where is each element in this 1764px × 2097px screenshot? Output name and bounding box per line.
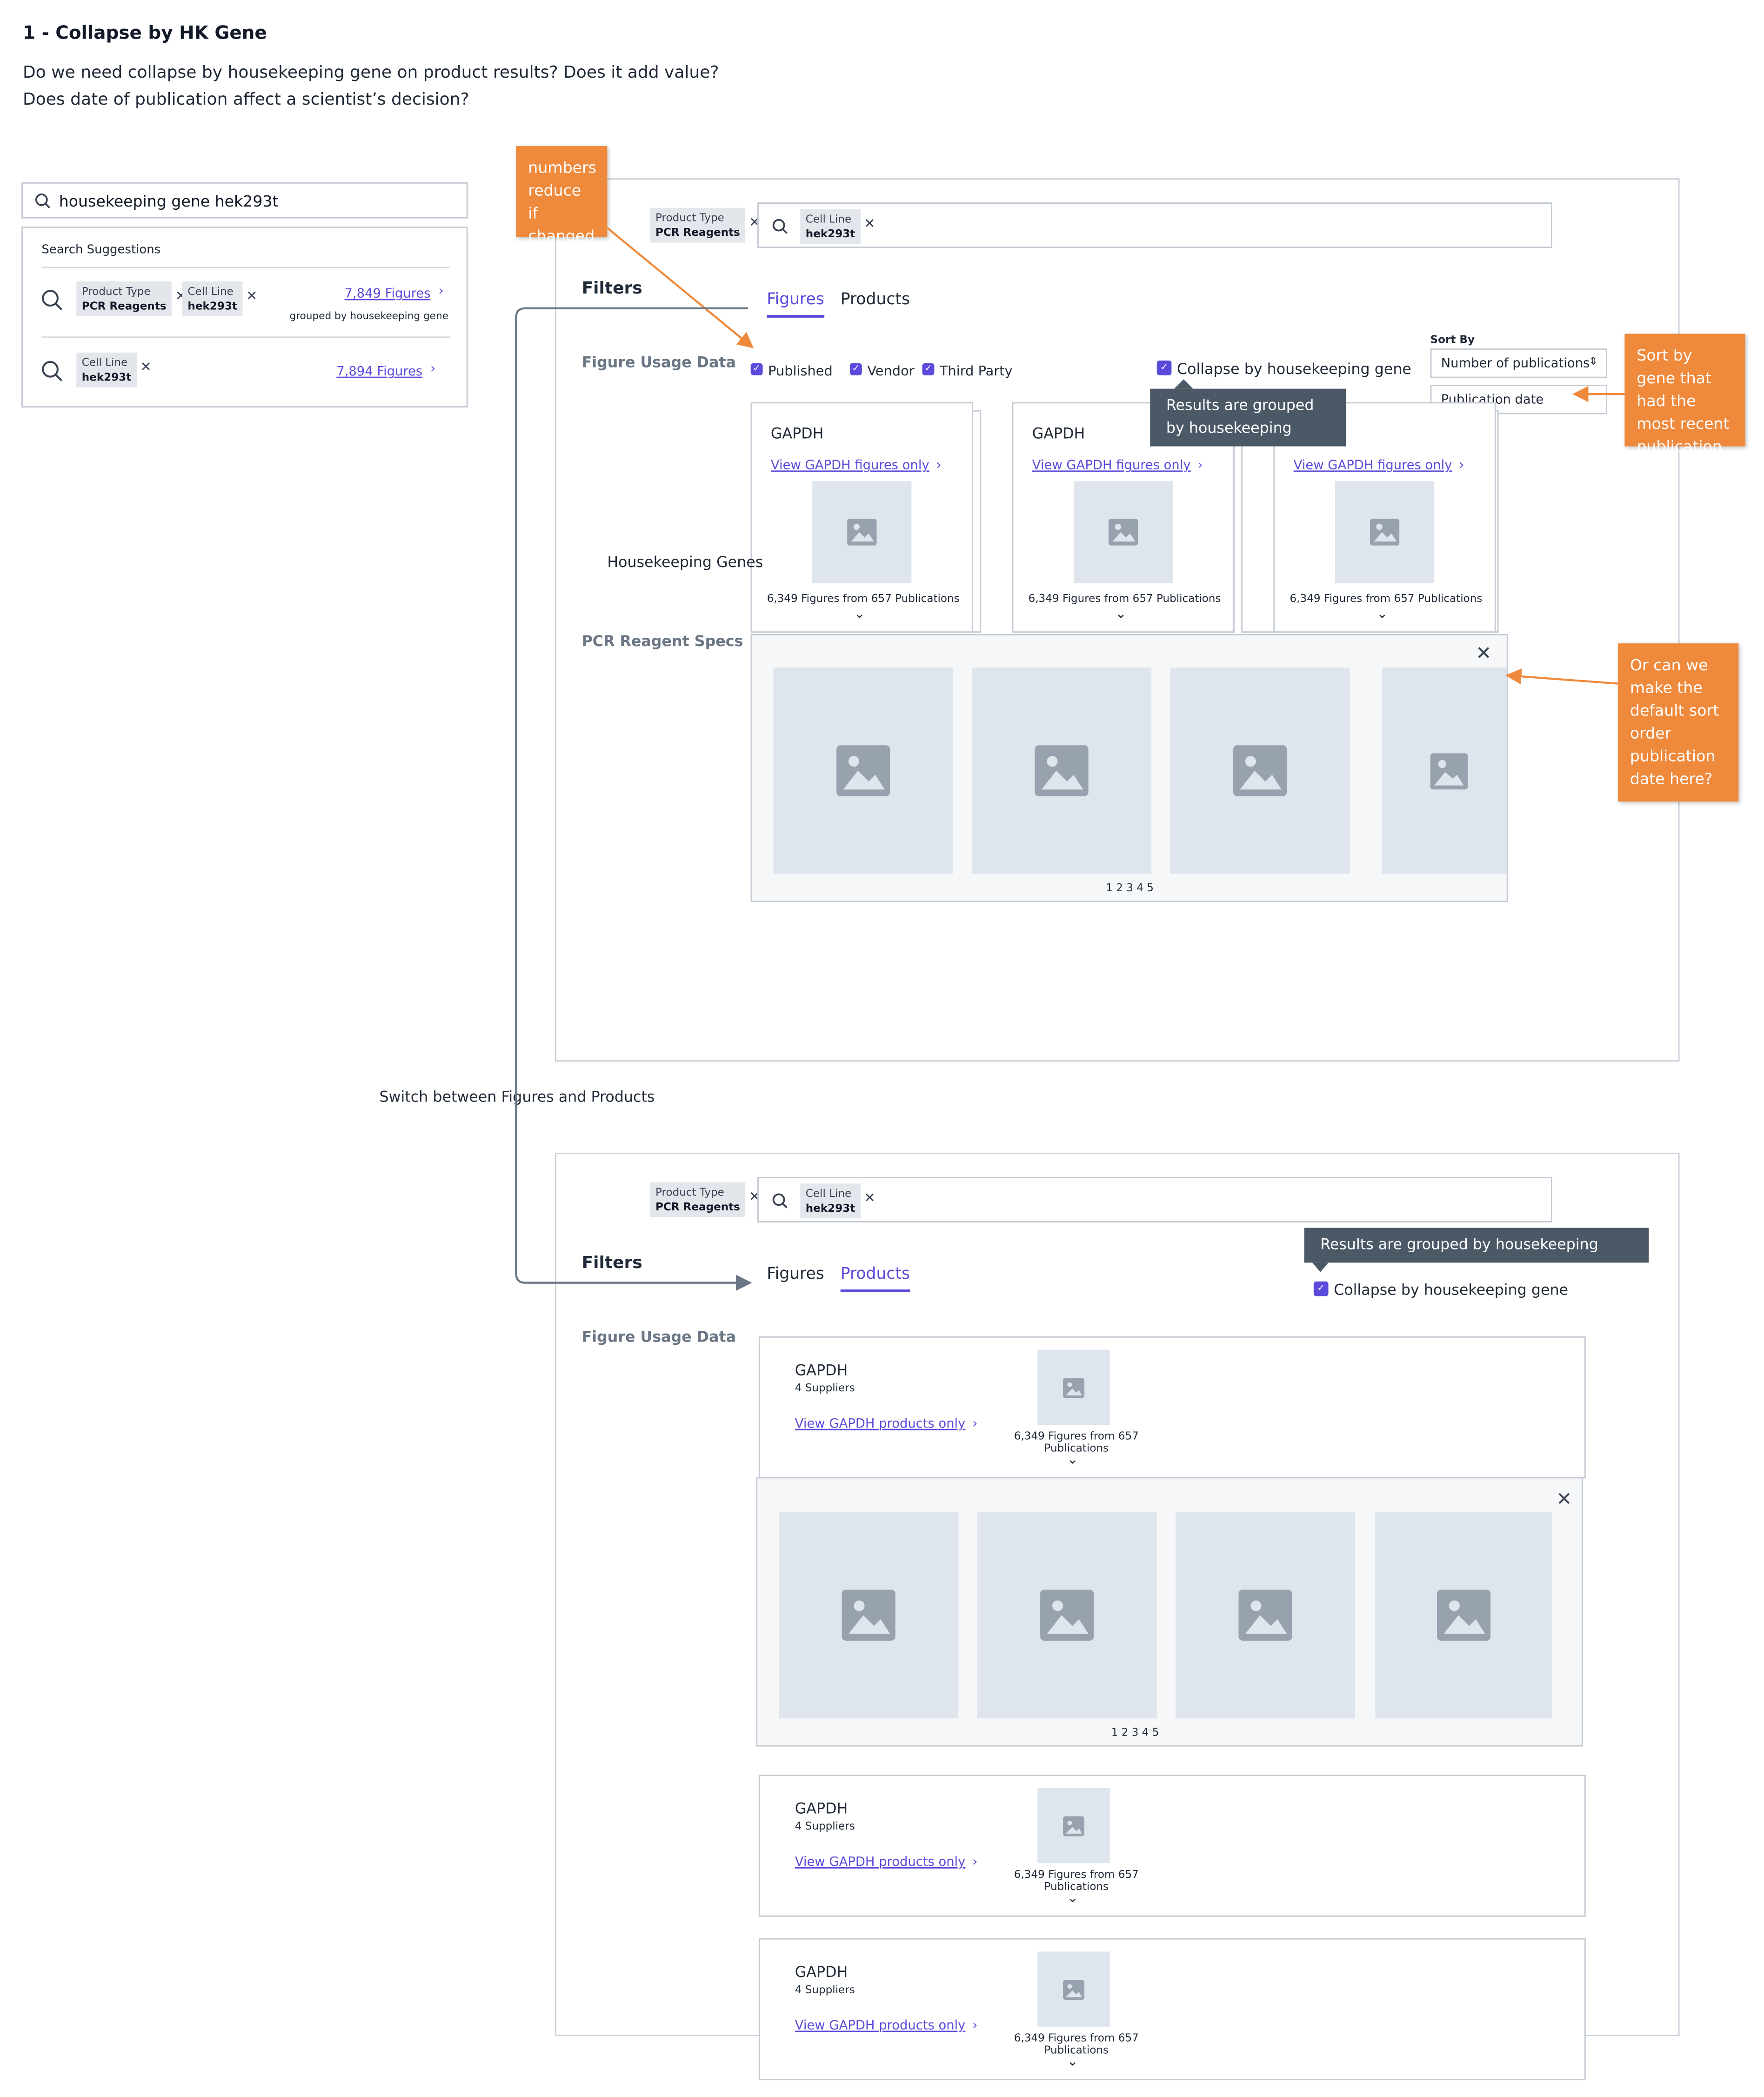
arrow-connector: [606, 227, 754, 348]
arrow-connector: [1505, 668, 1618, 685]
switch-connector: [515, 307, 752, 1291]
connector-lines: [515, 227, 1625, 1291]
canvas: 1 - Collapse by HK Gene Do we need colla…: [0, 0, 1764, 2097]
